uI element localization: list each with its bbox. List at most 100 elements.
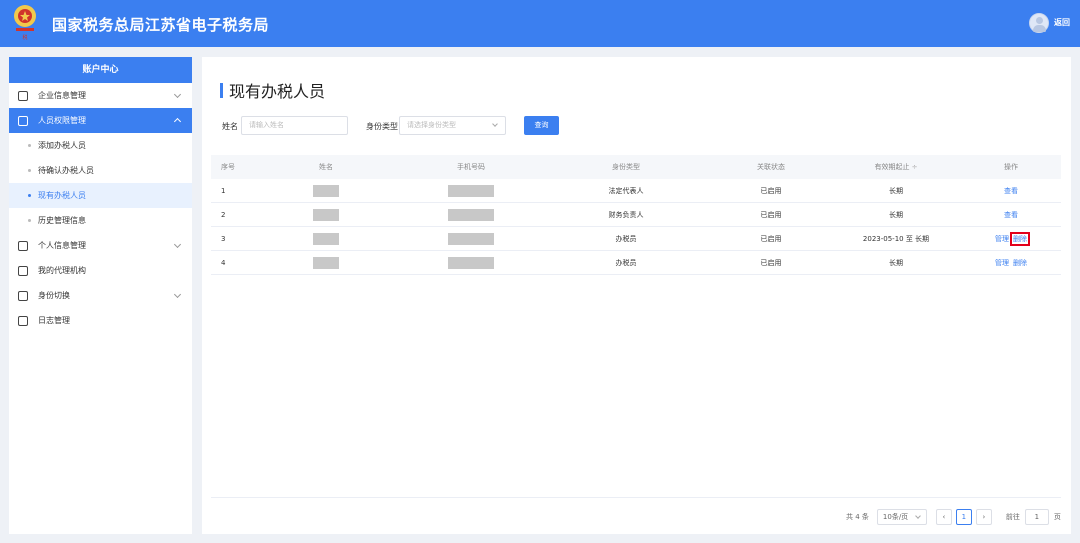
chevron-down-icon	[492, 121, 498, 127]
sidebar-item-label: 日志管理	[38, 316, 70, 325]
user-avatar-icon[interactable]	[1029, 13, 1049, 33]
sidebar-item-switch-identity[interactable]: 身份切换	[9, 283, 192, 308]
select-placeholder: 请选择身份类型	[407, 121, 456, 129]
bullet-dot-icon	[28, 144, 31, 147]
sort-icon[interactable]: ÷	[912, 163, 918, 171]
next-page-button[interactable]: ›	[975, 509, 992, 525]
tax-emblem-icon: 税	[14, 5, 36, 41]
sidebar-item-personal-info[interactable]: 个人信息管理	[9, 233, 192, 258]
chevron-down-icon	[173, 90, 182, 99]
cell-period: 长期	[889, 258, 903, 267]
switch-icon	[18, 290, 28, 301]
sidebar-item-agency[interactable]: 我的代理机构	[9, 258, 192, 283]
cell-phone	[401, 256, 541, 269]
sidebar-item-label: 个人信息管理	[38, 241, 86, 250]
log-icon	[18, 315, 28, 326]
redacted-phone	[448, 232, 494, 245]
table-row: 3 办税员 已启用 2023-05-10 至 长期 管理 删除	[211, 227, 1061, 251]
sidebar-item-personnel-permissions[interactable]: 人员权限管理	[9, 108, 192, 133]
manage-link[interactable]: 管理	[995, 259, 1009, 267]
pagination-divider	[211, 497, 1061, 498]
bullet-dot-icon	[28, 219, 31, 222]
cell-index: 3	[221, 234, 226, 243]
cell-phone	[401, 184, 541, 197]
page-size-select[interactable]: 10条/页	[876, 509, 927, 525]
sidebar-item-label: 我的代理机构	[38, 266, 86, 275]
users-icon	[18, 115, 28, 126]
redacted-phone	[448, 256, 494, 269]
sidebar-subitem-history[interactable]: 历史管理信息	[9, 208, 192, 233]
cell-period: 2023-05-10 至 长期	[862, 234, 930, 243]
cell-index: 2	[221, 210, 226, 219]
identity-type-select[interactable]: 请选择身份类型	[399, 116, 506, 135]
column-header: 姓名	[319, 163, 333, 171]
chevron-down-icon	[915, 513, 921, 519]
building-icon	[18, 90, 28, 101]
table-row: 2 财务负责人 已启用 长期 查看	[211, 203, 1061, 227]
view-link[interactable]: 查看	[1004, 211, 1018, 219]
page-title-text: 现有办税人员	[229, 82, 326, 101]
column-header: 关联状态	[757, 163, 785, 171]
page-unit-label: 页	[1053, 513, 1061, 521]
delete-link[interactable]: 删除	[1013, 259, 1027, 267]
prev-page-button[interactable]: ‹	[935, 509, 952, 525]
redacted-phone	[448, 184, 494, 197]
cell-actions: 查看	[961, 186, 1061, 196]
sidebar-item-logs[interactable]: 日志管理	[9, 308, 192, 333]
cell-type: 法定代表人	[608, 186, 644, 195]
column-header: 手机号码	[457, 163, 485, 171]
goto-page-input[interactable]: 1	[1024, 509, 1049, 525]
total-count: 共 4 条	[846, 513, 869, 521]
main-panel: 现有办税人员 姓名 请输入姓名 身份类型 请选择身份类型 查询 序号 姓名 手机…	[202, 57, 1071, 534]
bullet-dot-icon	[28, 194, 31, 197]
cell-actions: 管理 删除	[961, 258, 1061, 268]
top-header: 税 国家税务总局江苏省电子税务局 返回	[0, 0, 1080, 47]
page-title: 现有办税人员	[220, 78, 325, 102]
sidebar-item-label: 人员权限管理	[38, 116, 86, 125]
chevron-down-icon	[173, 240, 182, 249]
sidebar-subitem-label: 待确认办税人员	[38, 166, 94, 175]
page-size-value: 10条/页	[882, 513, 909, 521]
table-header: 序号 姓名 手机号码 身份类型 关联状态 有效期起止 ÷ 操作	[211, 155, 1061, 179]
sidebar-subitem-label: 历史管理信息	[38, 216, 86, 225]
chevron-up-icon	[173, 117, 182, 126]
cell-name	[251, 232, 401, 245]
sidebar-subitem-current-taxpayer[interactable]: 现有办税人员	[9, 183, 192, 208]
cell-index: 1	[221, 186, 226, 195]
delete-link[interactable]: 删除	[1010, 231, 1030, 246]
query-button[interactable]: 查询	[524, 116, 559, 135]
redacted-name	[313, 232, 339, 245]
cell-type: 办税员	[615, 258, 637, 267]
sidebar-subitem-label: 添加办税人员	[38, 141, 86, 150]
cell-status: 已启用	[760, 258, 782, 267]
redacted-name	[313, 208, 339, 221]
sidebar-item-label: 身份切换	[38, 291, 70, 300]
sidebar-item-enterprise-info[interactable]: 企业信息管理	[9, 83, 192, 108]
view-link[interactable]: 查看	[1004, 187, 1018, 195]
sidebar-title: 账户中心	[9, 57, 192, 83]
sidebar-subitem-add-taxpayer[interactable]: 添加办税人员	[9, 133, 192, 158]
back-button[interactable]: 返回	[1054, 17, 1070, 28]
pagination: 共 4 条 10条/页 ‹ 1 › 前往 1 页	[846, 509, 1061, 525]
cell-index: 4	[221, 258, 226, 267]
cell-type: 办税员	[615, 234, 637, 243]
cell-period: 长期	[889, 186, 903, 195]
column-header-period[interactable]: 有效期起止 ÷	[831, 162, 961, 172]
name-filter-label: 姓名	[222, 122, 238, 131]
chevron-left-icon: ‹	[942, 513, 946, 521]
bullet-dot-icon	[28, 169, 31, 172]
sidebar-subitem-pending-taxpayer[interactable]: 待确认办税人员	[9, 158, 192, 183]
cell-name	[251, 208, 401, 221]
manage-link[interactable]: 管理	[995, 235, 1009, 243]
page-number-current[interactable]: 1	[955, 509, 972, 525]
cell-status: 已启用	[760, 186, 782, 195]
cell-actions: 管理 删除	[961, 231, 1061, 246]
column-header: 操作	[1004, 163, 1018, 171]
type-filter-label: 身份类型	[366, 122, 398, 131]
cell-period: 长期	[889, 210, 903, 219]
svg-text:税: 税	[22, 34, 27, 41]
name-search-input[interactable]: 请输入姓名	[241, 116, 348, 135]
cell-actions: 查看	[961, 210, 1061, 220]
goto-label: 前往	[1005, 513, 1020, 521]
id-card-icon	[18, 240, 28, 251]
